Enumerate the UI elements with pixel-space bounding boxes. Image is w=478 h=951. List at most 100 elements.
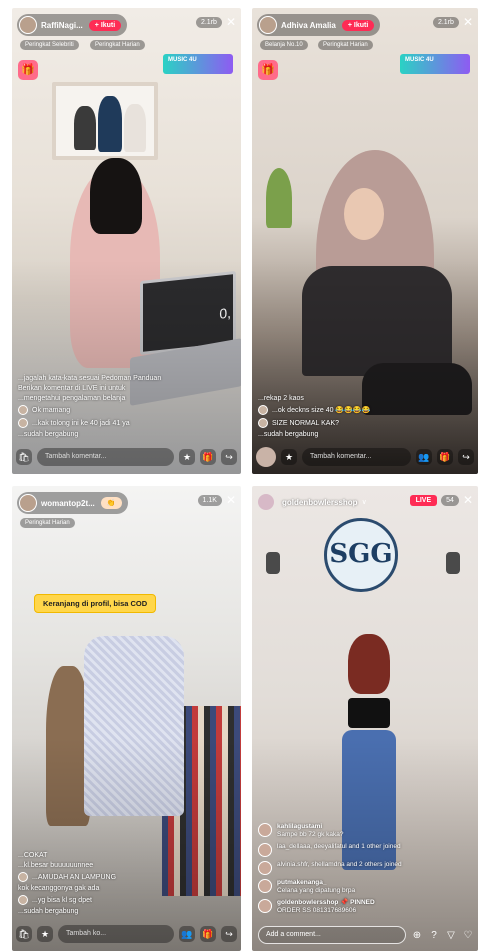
host-badge[interactable]: RaffiNagi... + Ikuti [17, 14, 128, 36]
rank-tag-1[interactable]: Belanja No.10 [260, 40, 308, 50]
avatar[interactable] [19, 494, 37, 512]
star-icon[interactable]: ★ [179, 449, 195, 465]
chat-message: putmakenanga_ Celana yang dipatung brpa [258, 879, 472, 895]
bottom-shade [12, 259, 241, 474]
livestream-panel-1[interactable]: 0, RaffiNagi... + Ikuti 2.1rb ✕ Peringka… [12, 8, 241, 474]
host-badge[interactable]: goldenbowlersshop ∨ [258, 494, 367, 510]
rank-tag-1[interactable]: Peringkat Selebriti [20, 40, 79, 50]
avatar[interactable] [259, 16, 277, 34]
chat-message: laa_dellaaa, deeyalifatul and 1 other jo… [258, 843, 472, 857]
pin-icon: 📌 [340, 899, 349, 906]
chat-message: Berikan komentar di LIVE ini untuk [18, 385, 126, 392]
top-right-controls: 2.1rb ✕ [195, 16, 236, 28]
gift-box-icon[interactable]: 🎁 [18, 60, 38, 80]
follow-button[interactable]: + Ikuti [88, 19, 122, 31]
bottom-shade [12, 737, 241, 951]
users-icon[interactable]: 👥 [179, 926, 195, 942]
share-icon[interactable]: ↪ [458, 449, 474, 465]
chat-message: ...yg bisa kl sg dpet [18, 895, 231, 905]
star-icon[interactable]: ★ [281, 449, 297, 465]
livestream-grid: 0, RaffiNagi... + Ikuti 2.1rb ✕ Peringka… [0, 0, 478, 951]
comment-input[interactable]: Tambah komentar... [37, 448, 174, 466]
wall-lamp [446, 552, 460, 574]
host-hair [90, 158, 142, 234]
chat-message: kok kecanggonya gak ada [18, 885, 100, 892]
star-icon[interactable]: ★ [37, 926, 53, 942]
chat-feed: kahlilagustami Sampe bb 72 gk kaka? laa_d… [258, 819, 472, 915]
rank-tag-1[interactable]: Peringkat Harian [20, 518, 75, 528]
bottom-bar: 🛍 ★ Tambah ko... 👥 🎁 ↪ [16, 923, 237, 945]
question-icon[interactable]: ? [428, 930, 440, 941]
top-right-controls: LIVE 54 ✕ [409, 494, 473, 506]
bottom-shade [252, 259, 478, 474]
send-icon[interactable]: ▽ [445, 930, 457, 941]
close-icon[interactable]: ✕ [226, 494, 236, 506]
plant [266, 168, 292, 228]
avatar [18, 418, 28, 428]
close-icon[interactable]: ✕ [226, 16, 236, 28]
viewer-count: 2.1rb [195, 16, 222, 28]
viewer-count: 1.1K [197, 494, 222, 506]
comment-input[interactable]: Tambah komentar... [302, 448, 411, 466]
comment-input[interactable]: Add a comment... [258, 926, 406, 944]
rank-tag-2[interactable]: Peringkat Harian [90, 40, 145, 50]
gift-icon[interactable]: 🎁 [200, 926, 216, 942]
chat-feed: ...COKAT ...kl.besar buuuuuunnee ...AMUD… [18, 849, 231, 915]
pinned-banner: Keranjang di profil, bisa COD [34, 594, 157, 613]
add-icon[interactable]: ⊕ [411, 930, 423, 941]
share-icon[interactable]: ↪ [221, 926, 237, 942]
follow-button[interactable]: + Ikuti [341, 19, 375, 31]
top-right-controls: 1.1K ✕ [197, 494, 236, 506]
viewer-count: 2.1rb [432, 16, 459, 28]
avatar[interactable] [256, 447, 276, 467]
avatar [18, 895, 28, 905]
live-badge: LIVE [409, 494, 438, 506]
chat-message: ...kak tolong ini ke 40 jadi 41 ya [18, 418, 231, 428]
model-top [348, 698, 390, 728]
share-icon[interactable]: ↪ [221, 449, 237, 465]
host-name: womantop2t... [41, 498, 95, 508]
top-right-controls: 2.1rb ✕ [432, 16, 473, 28]
follow-button[interactable]: 👏 [100, 497, 122, 509]
host-name: Adhiva Amalia [281, 20, 336, 30]
store-logo: SGG [324, 518, 398, 592]
bottom-bar: Add a comment... ⊕ ? ▽ ♡ [258, 925, 474, 945]
avatar [258, 418, 268, 428]
close-icon[interactable]: ✕ [463, 494, 473, 506]
avatar [18, 872, 28, 882]
chat-feed: ...jagalah kata-kata sesuai Pedoman Pand… [18, 372, 231, 438]
gift-icon[interactable]: 🎁 [200, 449, 216, 465]
host-badge[interactable]: Adhiva Amalia + Ikuti [257, 14, 381, 36]
host-badge[interactable]: womantop2t... 👏 [17, 492, 128, 514]
chat-message: ...sudah bergabung [18, 908, 79, 915]
gift-icon[interactable]: 🎁 [437, 449, 453, 465]
livestream-panel-4[interactable]: SGG goldenbowlersshop ∨ LIVE 54 ✕ kahlil… [252, 486, 478, 951]
chat-message: alvinia.shfr, shellamdna and 2 others jo… [258, 861, 472, 875]
chat-message: Ok mamang [18, 405, 231, 415]
comment-input[interactable]: Tambah ko... [58, 925, 174, 943]
users-icon[interactable]: 👥 [416, 449, 432, 465]
shop-icon[interactable]: 🛍 [16, 449, 32, 465]
chat-message: ...mengetahui pengalaman belanja [18, 395, 126, 402]
chat-message: ...sudah bergabung [258, 431, 319, 438]
gift-box-icon[interactable]: 🎁 [258, 60, 278, 80]
bottom-bar: 🛍 Tambah komentar... ★ 🎁 ↪ [16, 446, 237, 468]
chevron-down-icon[interactable]: ∨ [362, 498, 367, 506]
avatar [258, 405, 268, 415]
avatar[interactable] [258, 494, 274, 510]
music-banner[interactable]: MUSIC 4U [163, 54, 233, 74]
wall-lamp [266, 552, 280, 574]
bottom-bar: ★ Tambah komentar... 👥 🎁 ↪ [256, 446, 474, 468]
avatar[interactable] [19, 16, 37, 34]
close-icon[interactable]: ✕ [463, 16, 473, 28]
livestream-panel-3[interactable]: womantop2t... 👏 1.1K ✕ Peringkat Harian … [12, 486, 241, 951]
chat-message: SIZE NORMAL KAK? [258, 418, 468, 428]
family-photo-frame [52, 82, 158, 160]
shop-icon[interactable]: 🛍 [16, 926, 32, 942]
rank-tag-2[interactable]: Peringkat Harian [318, 40, 373, 50]
livestream-panel-2[interactable]: Adhiva Amalia + Ikuti 2.1rb ✕ Belanja No… [252, 8, 478, 474]
avatar [258, 861, 272, 875]
chat-feed: ...rekap 2 kaos ...ok deckns size 40 😂😂😂… [258, 392, 468, 438]
music-banner[interactable]: MUSIC 4U [400, 54, 470, 74]
heart-icon[interactable]: ♡ [462, 930, 474, 941]
